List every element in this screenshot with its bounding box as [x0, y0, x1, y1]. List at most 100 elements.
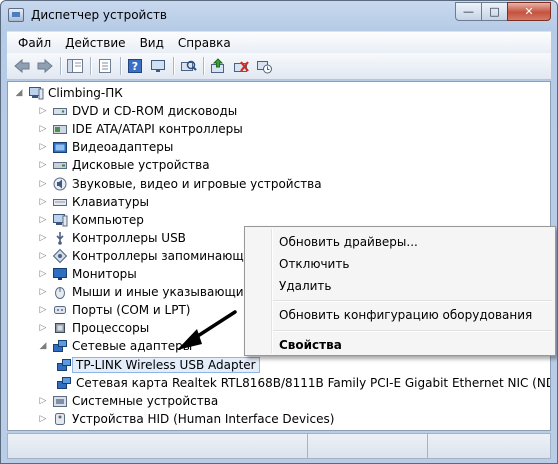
toolbar-separator: [173, 57, 174, 75]
tree-category[interactable]: ▷ IDE ATA/ATAPI контроллеры: [38, 120, 243, 138]
device-manager-window: Диспетчер устройств — □ ✕ Файл Действие …: [0, 0, 558, 464]
tree-category[interactable]: ▷ Устройства HID (Human Interface Devices…: [38, 410, 335, 428]
uninstall-button[interactable]: [230, 56, 252, 77]
minimize-button[interactable]: —: [455, 2, 482, 21]
tree-item-label: Звуковые, видео и игровые устройства: [72, 176, 322, 191]
collapsed-arrow-icon[interactable]: ▷: [38, 179, 48, 189]
collapsed-arrow-icon[interactable]: ▷: [38, 215, 48, 225]
properties-button[interactable]: [94, 56, 116, 77]
computer-icon: [53, 213, 68, 227]
tree-category[interactable]: ▷ Контроллеры USB: [38, 229, 186, 247]
expanded-arrow-icon[interactable]: ◢: [38, 341, 48, 351]
collapsed-arrow-icon[interactable]: ▷: [38, 323, 48, 333]
keyboard-icon: [53, 198, 67, 206]
tree-category[interactable]: ▷ Звуковые, видео и игровые устройства: [38, 175, 322, 193]
expanded-arrow-icon[interactable]: ◢: [14, 88, 24, 98]
tree-category[interactable]: ▷ DVD и CD-ROM дисководы: [38, 102, 238, 120]
collapsed-arrow-icon[interactable]: ▷: [38, 269, 48, 279]
toolbar: ?: [7, 53, 551, 80]
help-button[interactable]: ?: [124, 56, 146, 77]
display-adapter-icon: [53, 142, 67, 154]
menu-view[interactable]: Вид: [133, 34, 171, 52]
context-menu-separator: [273, 330, 552, 331]
properties-icon: [99, 59, 111, 73]
tree-item-label: Сетевая карта Realtek RTL8168B/8111B Fam…: [76, 375, 551, 390]
dvd-drive-icon: [53, 108, 67, 116]
tree-category[interactable]: ◢ Сетевые адаптеры: [38, 337, 193, 355]
context-menu-update-drivers[interactable]: Обновить драйверы...: [279, 235, 418, 249]
tree-item-label: Контроллеры USB: [72, 230, 186, 245]
title-bar[interactable]: Диспетчер устройств — □ ✕: [1, 1, 557, 31]
tree-child-device[interactable]: Сетевая карта Realtek RTL8168B/8111B Fam…: [56, 374, 551, 392]
monitor-icon: [151, 60, 165, 72]
hid-icon: [55, 412, 65, 425]
disable-icon: [257, 61, 272, 74]
back-button[interactable]: [11, 56, 33, 77]
tree-item-label: Компьютер: [72, 212, 144, 227]
storage-controller-icon: [52, 248, 68, 264]
tree-item-label: Устройства HID (Human Interface Devices): [72, 411, 335, 426]
toolbar-separator: [203, 57, 204, 75]
collapsed-arrow-icon[interactable]: ▷: [38, 414, 48, 424]
network-adapter-icon: [57, 358, 71, 371]
tree-item-label: Порты (COM и LPT): [72, 303, 191, 318]
tree-category[interactable]: ▷ Видеоадаптеры: [38, 138, 174, 156]
collapsed-arrow-icon[interactable]: ▷: [38, 305, 48, 315]
toolbar-separator: [120, 57, 121, 75]
toolbar-separator: [60, 57, 61, 75]
collapsed-arrow-icon[interactable]: ▷: [38, 287, 48, 297]
network-adapter-icon: [53, 340, 67, 353]
context-menu-disable[interactable]: Отключить: [279, 257, 349, 271]
forward-button[interactable]: [34, 56, 56, 77]
console-tree-button[interactable]: [64, 56, 86, 77]
processor-icon: [55, 323, 65, 334]
tree-category[interactable]: ▷ Дисковые устройства: [38, 156, 210, 174]
window-title: Диспетчер устройств: [31, 8, 168, 22]
context-menu-properties[interactable]: Свойства: [279, 338, 342, 352]
computer-icon: [29, 87, 44, 100]
help-icon: ?: [128, 59, 142, 73]
menu-help[interactable]: Справка: [171, 34, 238, 52]
close-button[interactable]: ✕: [507, 2, 551, 21]
monitor-icon: [53, 268, 67, 280]
tree-root-computer[interactable]: ◢ Climbing-ПК: [14, 84, 123, 102]
menu-bar: Файл Действие Вид Справка: [7, 31, 551, 53]
tree-item-label: Клавиатуры: [72, 194, 149, 209]
console-tree-icon: [67, 59, 83, 73]
device-manager-app-icon: [8, 8, 24, 22]
collapsed-arrow-icon[interactable]: ▷: [38, 251, 48, 261]
collapsed-arrow-icon[interactable]: ▷: [38, 233, 48, 243]
tree-item-label: Мыши и иные указывающие у: [72, 285, 262, 300]
maximize-button[interactable]: □: [481, 2, 508, 21]
menu-file[interactable]: Файл: [11, 34, 58, 52]
tree-item-label: Процессоры: [72, 321, 150, 336]
toolbar-separator: [90, 57, 91, 75]
collapsed-arrow-icon[interactable]: ▷: [38, 142, 48, 152]
collapsed-arrow-icon[interactable]: ▷: [38, 197, 48, 207]
collapsed-arrow-icon[interactable]: ▷: [38, 396, 48, 406]
tree-category[interactable]: ▷ Мыши и иные указывающие у: [38, 283, 262, 301]
tree-item-label: TP-LINK Wireless USB Adapter: [72, 356, 260, 373]
collapsed-arrow-icon[interactable]: ▷: [38, 160, 48, 170]
update-driver-button[interactable]: [207, 56, 229, 77]
menu-action[interactable]: Действие: [58, 34, 132, 52]
network-adapter-icon: [57, 376, 71, 389]
context-menu-scan-hardware[interactable]: Обновить конфигурацию оборудования: [279, 308, 532, 322]
collapsed-arrow-icon[interactable]: ▷: [38, 106, 48, 116]
disable-button[interactable]: [253, 56, 275, 77]
tree-category[interactable]: ▷ Системные устройства: [38, 392, 219, 410]
collapsed-arrow-icon[interactable]: ▷: [38, 124, 48, 134]
status-bar-cell: [308, 434, 428, 458]
monitor-toolbar-button[interactable]: [147, 56, 169, 77]
context-menu-separator: [273, 300, 552, 301]
scan-hardware-button[interactable]: [177, 56, 199, 77]
tree-category[interactable]: ▷ Клавиатуры: [38, 193, 149, 211]
tree-child-device[interactable]: TP-LINK Wireless USB Adapter: [56, 356, 260, 374]
tree-category[interactable]: ▷ Мониторы: [38, 265, 137, 283]
scan-hardware-icon: [181, 60, 197, 71]
tree-item-label: Дисковые устройства: [72, 158, 210, 173]
tree-category[interactable]: ▷ Процессоры: [38, 319, 150, 337]
context-menu-uninstall[interactable]: Удалить: [279, 279, 332, 293]
tree-category[interactable]: ▷ Порты (COM и LPT): [38, 301, 191, 319]
tree-category[interactable]: ▷ Компьютер: [38, 211, 144, 229]
